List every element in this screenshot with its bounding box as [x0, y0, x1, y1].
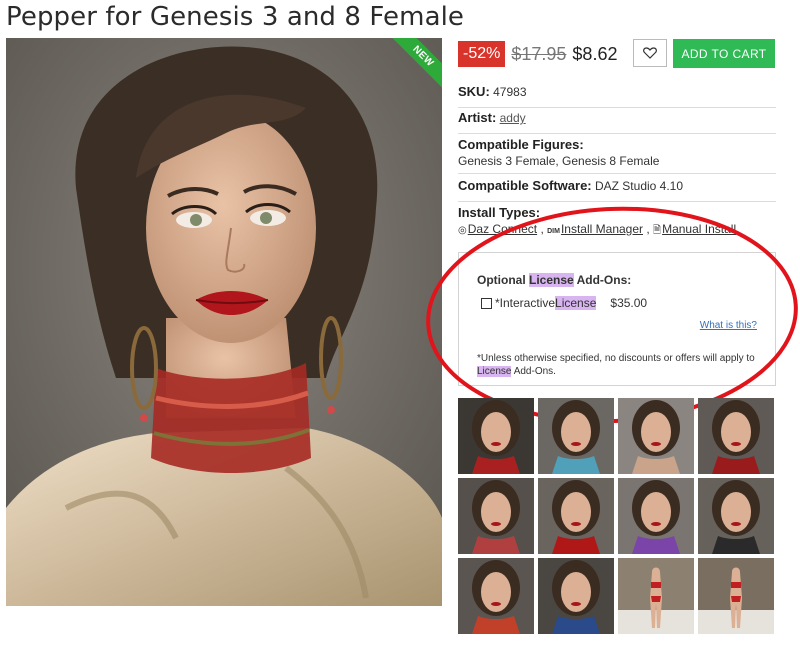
- portrait-illustration: [6, 38, 442, 606]
- thumbnail-image: [458, 398, 534, 474]
- thumb-portrait-9[interactable]: [458, 558, 534, 634]
- license-option-price: $35.00: [610, 296, 648, 310]
- compatible-figures-row: Compatible Figures: Genesis 3 Female, Ge…: [458, 134, 776, 174]
- heart-icon: [643, 47, 657, 59]
- thumbnail-image: [618, 478, 694, 554]
- install-separator: ,: [643, 222, 654, 236]
- what-is-this-link[interactable]: What is this?: [700, 320, 757, 331]
- sku-row: SKU: 47983: [458, 82, 776, 108]
- artist-row: Artist: addy: [458, 108, 776, 134]
- price-row: -52% $17.95 $8.62: [458, 40, 617, 68]
- license-heading-suffix: Add-Ons:: [573, 273, 632, 287]
- compatible-figures-value: Genesis 3 Female, Genesis 8 Female: [458, 154, 660, 168]
- install-type-install-manager[interactable]: Install Manager: [561, 222, 643, 236]
- install-manager-icon: DIM: [547, 228, 560, 235]
- install-separator: ,: [537, 222, 548, 236]
- license-option-prefix: *Interactive: [495, 296, 556, 310]
- compatible-figures-label: Compatible Figures:: [458, 137, 584, 152]
- license-footnote-highlight: License: [477, 366, 512, 377]
- wishlist-button[interactable]: [633, 39, 667, 67]
- thumb-portrait-10[interactable]: [538, 558, 614, 634]
- compatible-software-label: Compatible Software:: [458, 178, 592, 193]
- license-footnote-suffix: Add-Ons.: [511, 366, 556, 377]
- artist-link[interactable]: addy: [500, 111, 526, 125]
- thumbnail-image: [618, 398, 694, 474]
- discount-badge: -52%: [458, 41, 506, 67]
- install-type-daz-connect[interactable]: Daz Connect: [468, 222, 537, 236]
- interactive-license-option[interactable]: *Interactive License $35.00: [481, 296, 647, 310]
- thumbnail-gallery: [458, 398, 776, 634]
- thumbnail-image: [618, 558, 694, 634]
- license-addons-box: Optional License Add-Ons: *Interactive L…: [458, 252, 776, 386]
- thumbnail-image: [698, 478, 774, 554]
- thumbnail-image: [458, 558, 534, 634]
- thumbnail-image: [538, 478, 614, 554]
- license-heading-prefix: Optional: [477, 273, 529, 287]
- install-types-list: ◎Daz Connect , DIMInstall Manager , 🗎Man…: [458, 221, 776, 240]
- sale-price: $8.62: [572, 43, 618, 64]
- thumb-portrait-6[interactable]: [538, 478, 614, 554]
- add-to-cart-button[interactable]: ADD TO CART: [673, 39, 775, 68]
- sku-label: SKU:: [458, 84, 490, 99]
- thumb-portrait-4[interactable]: [698, 398, 774, 474]
- thumb-portrait-1[interactable]: [458, 398, 534, 474]
- thumb-portrait-5[interactable]: [458, 478, 534, 554]
- install-types-label: Install Types:: [458, 205, 541, 220]
- license-heading: Optional License Add-Ons:: [477, 273, 631, 287]
- thumb-full-body-2[interactable]: [698, 558, 774, 634]
- interactive-license-checkbox[interactable]: [481, 297, 492, 309]
- old-price: $17.95: [511, 43, 567, 64]
- thumb-portrait-7[interactable]: [618, 478, 694, 554]
- main-product-image[interactable]: NEW: [6, 38, 442, 606]
- thumb-portrait-2[interactable]: [538, 398, 614, 474]
- install-types-row: Install Types: ◎Daz Connect , DIMInstall…: [458, 202, 776, 238]
- thumbnail-image: [698, 398, 774, 474]
- thumbnail-image: [458, 478, 534, 554]
- page-title: Pepper for Genesis 3 and 8 Female: [6, 2, 465, 32]
- thumb-full-body-1[interactable]: [618, 558, 694, 634]
- thumbnail-image: [538, 558, 614, 634]
- artist-label: Artist:: [458, 110, 497, 125]
- thumbnail-image: [538, 398, 614, 474]
- daz-connect-icon: ◎: [458, 225, 467, 236]
- thumb-portrait-8[interactable]: [698, 478, 774, 554]
- thumbnail-image: [698, 558, 774, 634]
- thumb-portrait-3[interactable]: [618, 398, 694, 474]
- license-footnote-text: *Unless otherwise specified, no discount…: [477, 353, 755, 364]
- license-option-highlight: License: [555, 296, 597, 310]
- sku-value: 47983: [493, 85, 527, 99]
- license-footnote: *Unless otherwise specified, no discount…: [477, 352, 763, 378]
- compatible-software-row: Compatible Software: DAZ Studio 4.10: [458, 174, 776, 202]
- compatible-software-value: DAZ Studio 4.10: [594, 179, 684, 193]
- license-heading-highlight: License: [529, 273, 574, 287]
- manual-install-icon: 🗎: [653, 225, 662, 236]
- install-type-manual[interactable]: Manual Install: [662, 222, 736, 236]
